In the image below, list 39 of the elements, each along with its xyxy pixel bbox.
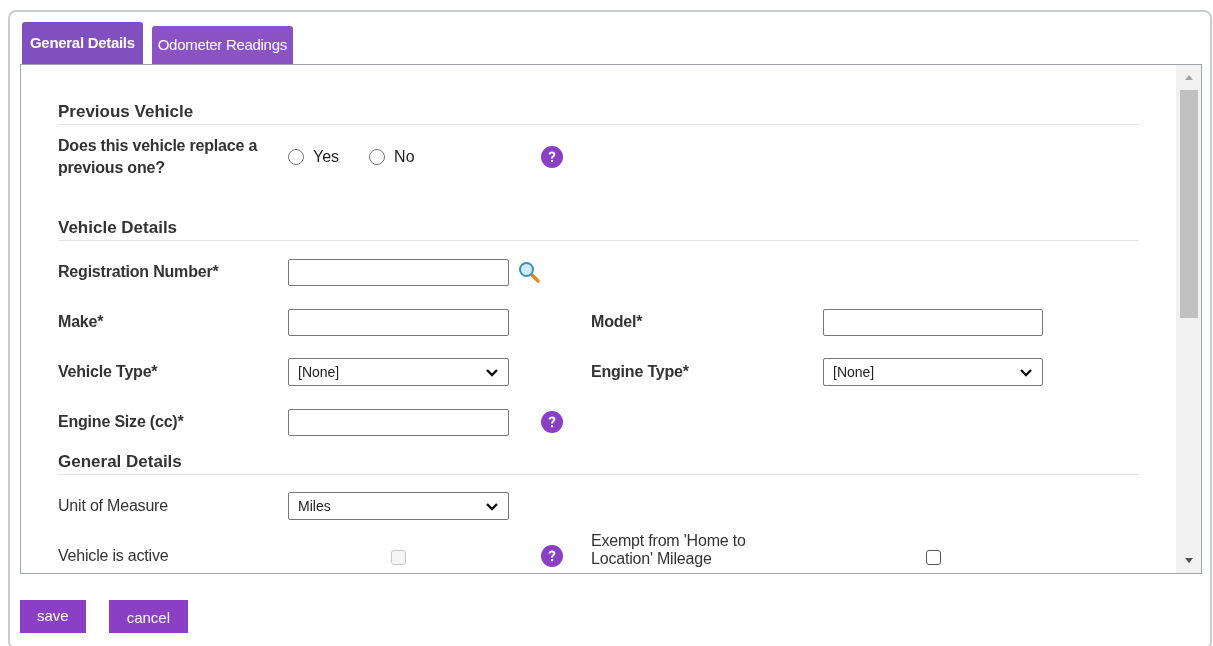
input-field[interactable] <box>288 308 509 336</box>
radio-button[interactable] <box>369 149 386 165</box>
field-label: Vehicle Type* <box>58 362 159 382</box>
chevron-icon <box>485 367 499 377</box>
help-icon[interactable] <box>541 146 563 168</box>
scrollbar-thumb[interactable] <box>1179 90 1198 318</box>
tab[interactable]: Odometer Readings <box>151 26 293 64</box>
input-field[interactable] <box>288 408 509 436</box>
section-heading: Previous Vehicle <box>58 101 1139 125</box>
help-icon[interactable] <box>541 411 563 433</box>
dropdown[interactable]: [None] <box>823 358 1043 386</box>
field-label: Exempt from 'Home to Location' Mileage <box>591 531 747 568</box>
field-label: Unit of Measure <box>58 496 169 516</box>
radio-button[interactable] <box>288 149 304 165</box>
option-label: No <box>394 147 415 167</box>
option-label: Yes <box>313 147 340 167</box>
tab[interactable]: General Details <box>22 22 143 64</box>
chevron-icon <box>485 501 499 511</box>
field-label: Registration Number* <box>58 262 220 282</box>
help-icon[interactable] <box>541 545 563 567</box>
field-label: Make* <box>58 312 105 332</box>
dropdown[interactable]: [None] <box>288 358 509 386</box>
field-label: Engine Size (cc)* <box>58 412 185 432</box>
section-heading: General Details <box>58 451 1139 475</box>
field-label: Vehicle is active <box>58 546 170 566</box>
checkbox[interactable] <box>925 550 941 565</box>
input-field[interactable] <box>288 258 509 286</box>
search-icon[interactable] <box>518 261 540 283</box>
save-button[interactable]: save <box>20 600 86 633</box>
dropdown[interactable]: Miles <box>288 492 509 520</box>
field-label: Model* <box>591 312 644 332</box>
chevron-icon <box>1019 367 1033 377</box>
field-label: Engine Type* <box>591 362 690 382</box>
field-label: Does this vehicle replace a previous one? <box>58 136 259 178</box>
scroll-down-icon[interactable] <box>1184 558 1193 563</box>
section-heading: Vehicle Details <box>58 217 1139 241</box>
cancel-button[interactable]: cancel <box>108 600 189 633</box>
input-field[interactable] <box>823 308 1043 336</box>
scrollbar[interactable] <box>1176 65 1201 573</box>
